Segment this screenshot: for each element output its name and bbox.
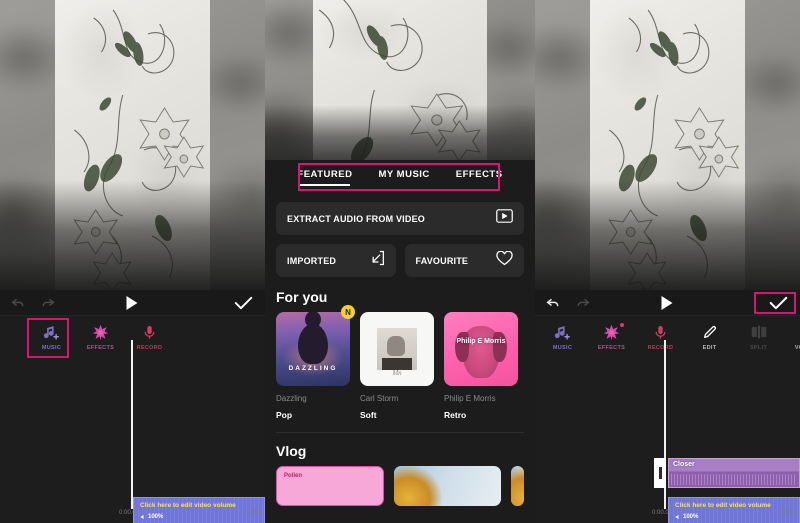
undo-icon[interactable] <box>10 295 26 311</box>
vlog-card[interactable] <box>511 466 524 506</box>
vlog-cards: Pollen <box>265 466 535 506</box>
music-card-title: Carl Storm <box>360 394 399 403</box>
time-start: 0:00.0 <box>119 510 136 516</box>
favourite-row[interactable]: FAVOURITE <box>404 244 524 277</box>
audio-waveform <box>671 474 797 485</box>
pencil-icon <box>702 322 718 342</box>
video-preview-left[interactable] <box>0 0 265 290</box>
heart-outline-icon <box>496 250 513 271</box>
panel-middle: FEATURED MY MUSIC EFFECTS EXTRACT AUDIO … <box>265 0 535 523</box>
redo-icon[interactable] <box>575 295 591 311</box>
preview-bottom-scrim <box>0 180 265 290</box>
new-badge: N <box>341 305 355 319</box>
sparkle-burst-icon <box>603 322 620 342</box>
section-title-vlog: Vlog <box>276 443 307 459</box>
play-in-box-icon <box>496 209 513 228</box>
play-icon[interactable] <box>660 295 673 310</box>
time-start: 0:00.0 <box>652 510 669 516</box>
music-card[interactable]: Philip E Morris Philip E Morris Retro <box>444 312 518 420</box>
vlog-card[interactable] <box>393 466 502 506</box>
music-card-genre: Pop <box>276 410 293 420</box>
video-track-label: Click here to edit video volume <box>675 502 771 509</box>
tab-effects[interactable]: EFFECTS <box>456 169 503 185</box>
audio-track[interactable]: Closer <box>668 458 800 488</box>
vlog-card[interactable]: Pollen <box>276 466 384 506</box>
extract-audio-label: EXTRACT AUDIO FROM VIDEO <box>287 213 425 224</box>
album-art: Mn <box>360 312 434 386</box>
for-you-cards: DAZZLING N Dazzling Pop Mn Carl Storm So… <box>265 305 535 420</box>
music-card[interactable]: Mn Carl Storm Soft <box>360 312 434 420</box>
extract-audio-row[interactable]: EXTRACT AUDIO FROM VIDEO <box>276 202 524 235</box>
editor-area-right: MUSIC EFFECTS RECORD EDIT SPLIT V Closer… <box>535 290 800 523</box>
favourite-label: FAVOURITE <box>415 255 469 266</box>
imported-label: IMPORTED <box>287 255 337 266</box>
quick-action-rows: IMPORTED FAVOURITE <box>276 244 524 277</box>
panel-left: MUSIC EFFECTS RECORD Click here to edit … <box>0 0 265 523</box>
microphone-icon <box>653 322 668 342</box>
playhead[interactable] <box>131 340 133 509</box>
music-note-plus-icon <box>554 322 571 342</box>
sparkle-burst-icon <box>92 322 109 342</box>
audio-clip-left-handle[interactable] <box>654 458 666 488</box>
editor-area-left: MUSIC EFFECTS RECORD Click here to edit … <box>0 290 265 523</box>
panel-right: MUSIC EFFECTS RECORD EDIT SPLIT V Closer… <box>535 0 800 523</box>
editor-topbar-right <box>535 290 800 316</box>
timeline-left[interactable]: Click here to edit video volume 100% 0:0… <box>0 340 265 523</box>
music-card[interactable]: DAZZLING N Dazzling Pop <box>276 305 355 420</box>
music-tabs: FEATURED MY MUSIC EFFECTS <box>265 160 535 194</box>
confirm-highlight-box <box>754 292 796 314</box>
album-art-text: DAZZLING <box>288 365 338 372</box>
album-art-text: Philip E Morris <box>456 338 506 345</box>
music-card-title: Dazzling <box>276 394 307 403</box>
time-end: 0:05.8 <box>245 510 262 516</box>
redo-icon[interactable] <box>40 295 56 311</box>
time-end: 0:05.8 <box>780 510 797 516</box>
portrait-icon <box>455 326 507 378</box>
vlog-card-label: Pollen <box>284 473 303 479</box>
preview-bottom-scrim <box>535 180 800 290</box>
timeline-right[interactable]: Closer Click here to edit video volume 1… <box>535 340 800 523</box>
video-preview-right[interactable] <box>535 0 800 290</box>
microphone-icon <box>142 322 157 342</box>
audio-clip-name: Closer <box>673 461 695 468</box>
undo-icon[interactable] <box>545 295 561 311</box>
confirm-checkmark-icon[interactable] <box>234 295 253 310</box>
import-arrow-icon <box>370 250 385 271</box>
photo-thumbnail <box>377 328 417 370</box>
signature-text: Mn <box>392 369 402 377</box>
video-preview-middle[interactable] <box>265 0 535 175</box>
tab-my-music[interactable]: MY MUSIC <box>378 169 429 185</box>
editor-topbar-left <box>0 290 265 316</box>
split-icon <box>751 322 767 342</box>
timeline-ruler: 0:00.0 0:05.8 <box>0 510 265 522</box>
effects-notification-dot <box>620 323 624 327</box>
video-track-label: Click here to edit video volume <box>140 502 236 509</box>
music-card-title: Philip E Morris <box>444 394 496 403</box>
imported-row[interactable]: IMPORTED <box>276 244 396 277</box>
album-art: DAZZLING <box>276 312 350 386</box>
three-panel-screenshot: MUSIC EFFECTS RECORD Click here to edit … <box>0 0 800 523</box>
section-title-for-you: For you <box>276 289 328 305</box>
tab-featured[interactable]: FEATURED <box>297 169 352 186</box>
play-icon[interactable] <box>125 295 138 310</box>
music-card-genre: Soft <box>360 410 377 420</box>
music-picker-panel: FEATURED MY MUSIC EFFECTS EXTRACT AUDIO … <box>265 160 535 523</box>
music-sections[interactable]: For you DAZZLING N Dazzling Pop Mn Carl … <box>265 289 535 506</box>
album-art: Philip E Morris <box>444 312 518 386</box>
silhouette-icon <box>298 312 328 364</box>
music-card-genre: Retro <box>444 410 467 420</box>
timeline-ruler: 0:00.0 0:05.8 <box>535 510 800 522</box>
